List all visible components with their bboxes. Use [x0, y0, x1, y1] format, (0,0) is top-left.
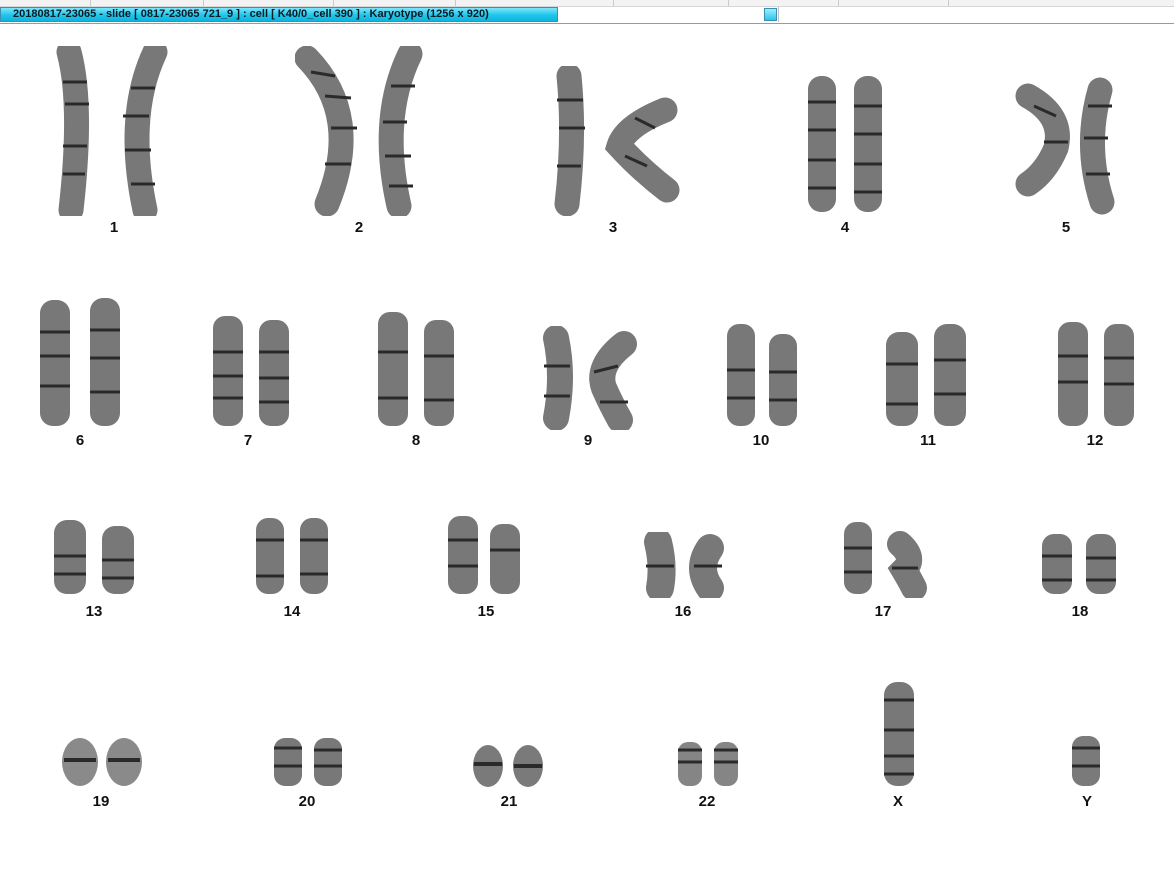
title-bar: 20180817-23065 - slide [ 0817-23065 721_…: [0, 7, 1174, 24]
chromosome-label: 20: [298, 793, 316, 810]
chromosome-label: 14: [283, 603, 301, 620]
scroll-thumb[interactable]: [764, 8, 777, 21]
chromosome-label: 12: [1086, 432, 1104, 449]
chromosome-pair-10[interactable]: [721, 320, 805, 430]
chromosome-label: 8: [411, 432, 421, 449]
chromosome-label: 10: [752, 432, 770, 449]
chromosome-label: 9: [583, 432, 593, 449]
top-toolbar-strip: [0, 0, 1174, 7]
chromosome-x[interactable]: [880, 678, 920, 790]
chromosome-pair-11[interactable]: [880, 320, 972, 430]
chromosome-label: 3: [608, 219, 618, 236]
chromosome-label: 17: [874, 603, 892, 620]
chromosome-label: 6: [75, 432, 85, 449]
chromosome-pair-21[interactable]: [470, 740, 548, 790]
chromosome-pair-18[interactable]: [1038, 530, 1122, 598]
chromosome-pair-17[interactable]: [840, 518, 928, 601]
chromosome-pair-7[interactable]: [207, 312, 297, 430]
chromosome-pair-1[interactable]: [55, 39, 175, 223]
chromosome-pair-19[interactable]: [58, 734, 148, 790]
window-title-tab[interactable]: 20180817-23065 - slide [ 0817-23065 721_…: [0, 7, 558, 22]
chromosome-label: 19: [92, 793, 110, 810]
chromosome-label: 7: [243, 432, 253, 449]
chromosome-label: 22: [698, 793, 716, 810]
chromosome-label: 15: [477, 603, 495, 620]
chromosome-pair-2[interactable]: [294, 41, 430, 219]
chromosome-pair-13[interactable]: [50, 516, 140, 598]
chromosome-label: X: [892, 793, 903, 810]
chromosome-label: 13: [85, 603, 103, 620]
chromosome-label: Y: [1081, 793, 1092, 810]
chromosome-pair-20[interactable]: [270, 734, 346, 790]
chromosome-label: 18: [1071, 603, 1089, 620]
chromosome-pair-3[interactable]: [545, 63, 685, 217]
chromosome-pair-6[interactable]: [34, 296, 130, 430]
chromosome-label: 2: [354, 219, 364, 236]
chromosome-label: 11: [920, 432, 936, 449]
chromosome-pair-4[interactable]: [800, 72, 890, 216]
chromosome-pair-8[interactable]: [372, 308, 462, 430]
chromosome-pair-9[interactable]: [538, 325, 643, 433]
chromosome-pair-15[interactable]: [444, 510, 530, 598]
chromosome-pair-22[interactable]: [674, 738, 742, 790]
chromosome-label: 16: [674, 603, 692, 620]
chromosome-label: 1: [109, 219, 119, 236]
chromosome-label: 4: [840, 219, 850, 236]
chromosome-pair-14[interactable]: [252, 514, 336, 598]
chromosome-pair-16[interactable]: [640, 528, 730, 602]
chromosome-label: 21: [500, 793, 518, 810]
chromosome-label: 5: [1061, 219, 1071, 236]
chromosome-pair-12[interactable]: [1054, 318, 1140, 430]
chromosome-y[interactable]: [1068, 732, 1108, 790]
scroll-track-end: [778, 7, 779, 22]
chromosome-pair-5[interactable]: [1010, 76, 1125, 216]
